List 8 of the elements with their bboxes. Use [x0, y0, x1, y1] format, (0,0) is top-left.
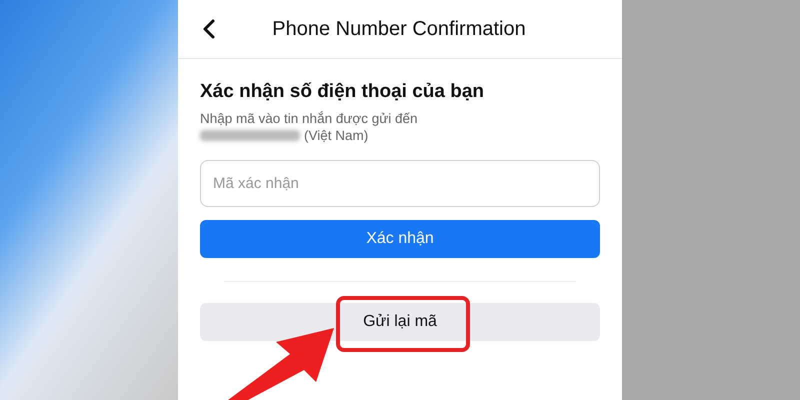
country-text: (Việt Nam): [304, 127, 368, 144]
screen-title: Phone Number Confirmation: [271, 17, 527, 42]
heading: Xác nhận số điện thoại của bạn: [200, 80, 485, 104]
back-icon[interactable]: [202, 19, 216, 39]
resend-code-button[interactable]: Gửi lại mã: [200, 303, 600, 341]
instructions-text: Nhập mã vào tin nhắn được gửi đến: [200, 110, 419, 127]
code-input-field[interactable]: Mã xác nhận: [200, 160, 600, 207]
confirm-button[interactable]: Xác nhận: [200, 220, 600, 258]
